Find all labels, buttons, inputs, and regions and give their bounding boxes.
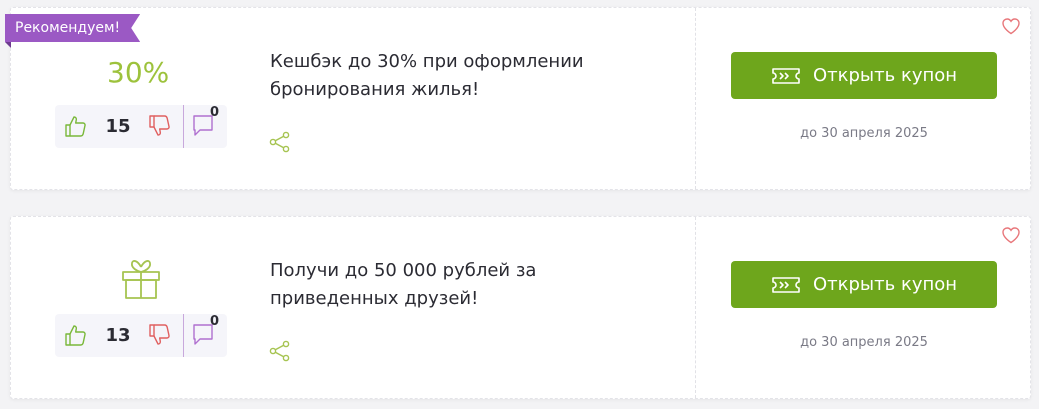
card-divider xyxy=(695,217,696,398)
expiry-date: до 30 апреля 2025 xyxy=(800,126,928,141)
ticket-icon xyxy=(772,67,800,84)
vote-divider xyxy=(183,314,184,357)
like-count: 13 xyxy=(105,325,131,346)
heart-icon[interactable] xyxy=(1001,226,1021,244)
like-count: 15 xyxy=(105,116,131,137)
badge-fold xyxy=(5,42,11,48)
ticket-icon xyxy=(772,276,800,293)
comment-count: 0 xyxy=(210,105,220,120)
coupon-card: Рекомендуем! 30% 15 0 Кешбэк до 30% при … xyxy=(5,7,1031,190)
offer-title[interactable]: Кешбэк до 30% при оформлении бронировани… xyxy=(270,48,630,104)
vote-panel: 13 0 xyxy=(55,314,227,357)
expiry-date: до 30 апреля 2025 xyxy=(800,335,928,350)
open-coupon-button[interactable]: Открыть купон xyxy=(731,261,997,308)
open-coupon-button[interactable]: Открыть купон xyxy=(731,52,997,99)
thumbs-up-icon[interactable] xyxy=(63,322,89,348)
share-icon[interactable] xyxy=(269,131,291,153)
discount-value: 30% xyxy=(107,56,170,89)
gift-icon xyxy=(122,260,160,299)
heart-icon[interactable] xyxy=(1001,17,1021,35)
open-coupon-label: Открыть купон xyxy=(812,65,958,86)
coupon-card: 13 0 Получи до 50 000 рублей за приведен… xyxy=(10,216,1031,399)
vote-divider xyxy=(183,105,184,148)
thumbs-down-icon[interactable] xyxy=(147,113,173,139)
recommended-badge: Рекомендуем! xyxy=(5,14,140,42)
share-icon[interactable] xyxy=(269,340,291,362)
vote-panel: 15 0 xyxy=(55,105,227,148)
card-divider xyxy=(695,8,696,189)
thumbs-down-icon[interactable] xyxy=(147,322,173,348)
offer-title[interactable]: Получи до 50 000 рублей за приведенных д… xyxy=(270,257,630,313)
open-coupon-label: Открыть купон xyxy=(812,274,958,295)
thumbs-up-icon[interactable] xyxy=(63,113,89,139)
comment-count: 0 xyxy=(210,314,220,329)
